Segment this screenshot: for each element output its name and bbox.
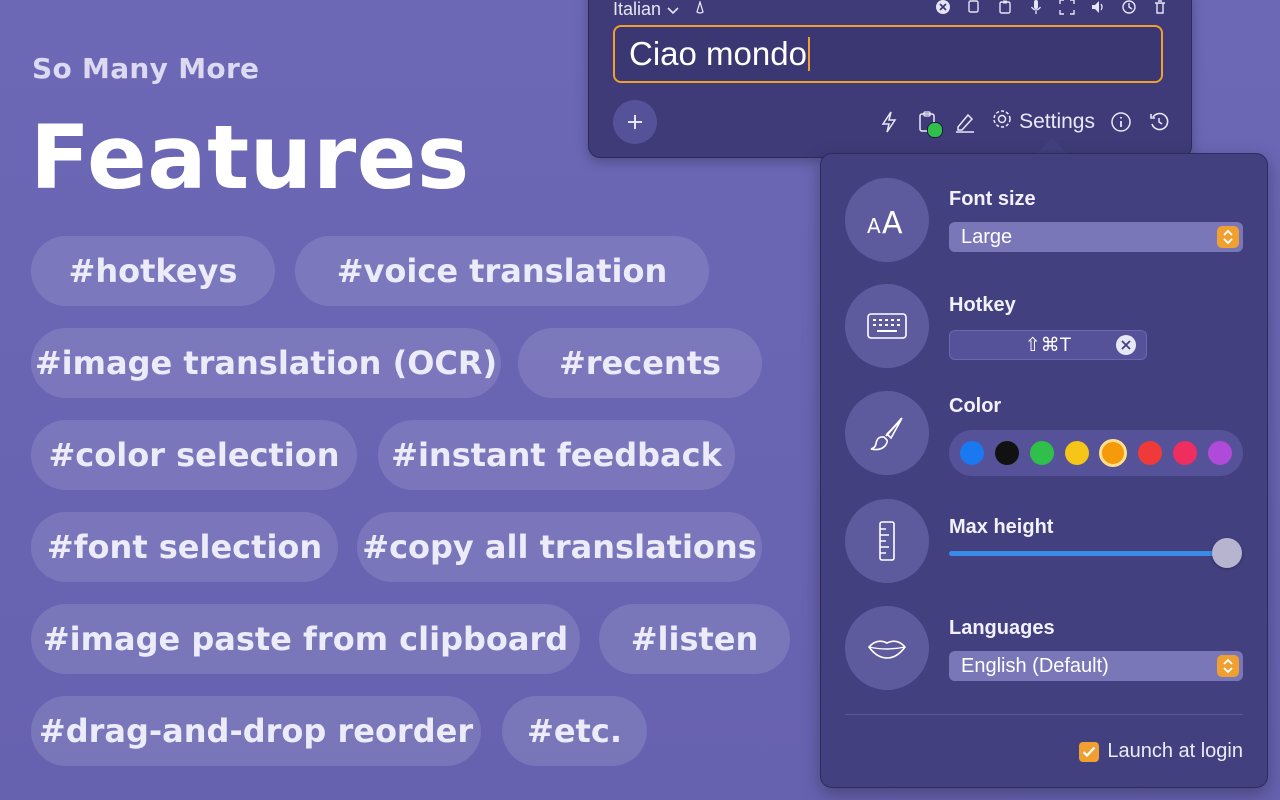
reset-icon[interactable] — [1147, 110, 1171, 134]
settings-label: Settings — [1019, 110, 1095, 133]
feature-tag: #recents — [518, 328, 762, 398]
history-icon[interactable] — [1119, 0, 1138, 16]
chevron-down-icon — [667, 0, 679, 20]
status-indicator — [927, 122, 944, 138]
font-size-select[interactable]: Large — [949, 222, 1243, 252]
color-swatch-blue[interactable] — [960, 441, 985, 465]
clear-icon[interactable] — [933, 0, 952, 16]
keyboard-icon — [845, 284, 929, 368]
color-swatch-yellow[interactable] — [1064, 441, 1089, 465]
window-footer-tools: Settings — [877, 108, 1171, 138]
languages-value: English (Default) — [961, 654, 1109, 677]
languages-label: Languages — [949, 617, 1055, 639]
color-swatch-pink[interactable] — [1172, 441, 1197, 465]
updown-chevron-icon — [1217, 226, 1239, 248]
window-toolbar — [933, 0, 1169, 16]
paintbrush-icon — [845, 391, 929, 475]
settings-popover: AA Font size Large Hotkey ⇧⌘T Color Max … — [820, 153, 1268, 788]
info-icon[interactable] — [1109, 110, 1133, 134]
ocr-capture-icon[interactable] — [1057, 0, 1076, 16]
feature-tag: #hotkeys — [31, 236, 275, 306]
color-label: Color — [949, 395, 1002, 417]
language-label: Italian — [613, 0, 662, 19]
clipboard-icon[interactable] — [915, 110, 944, 138]
max-height-label: Max height — [949, 516, 1054, 538]
color-swatch-black[interactable] — [995, 441, 1020, 465]
clear-hotkey-icon[interactable] — [1116, 335, 1136, 355]
svg-text:A: A — [867, 214, 881, 237]
feature-tag: #font selection — [31, 512, 338, 582]
lightning-icon[interactable] — [877, 110, 901, 134]
font-size-value: Large — [961, 225, 1013, 248]
speaker-icon[interactable] — [1088, 0, 1107, 16]
feature-tag: #drag-and-drop reorder — [31, 696, 481, 766]
color-swatch-red[interactable] — [1138, 441, 1163, 465]
color-swatches — [949, 430, 1243, 476]
translation-input[interactable]: Ciao mondo — [613, 25, 1163, 83]
translation-input-text: Ciao mondo — [629, 35, 807, 72]
pencil-icon[interactable] — [953, 110, 977, 134]
trash-icon[interactable] — [1150, 0, 1169, 16]
launch-at-login-toggle[interactable]: Launch at login — [1079, 740, 1243, 763]
max-height-slider-knob[interactable] — [1212, 538, 1242, 568]
languages-select[interactable]: English (Default) — [949, 651, 1243, 681]
nose-icon[interactable] — [693, 0, 707, 20]
feature-tag: #copy all translations — [357, 512, 762, 582]
feature-tag: #instant feedback — [378, 420, 735, 490]
font-size-icon: AA — [845, 178, 929, 262]
settings-button[interactable]: Settings — [991, 108, 1095, 136]
text-caret — [807, 37, 810, 71]
ruler-icon — [845, 499, 929, 583]
divider — [845, 714, 1243, 715]
updown-chevron-icon — [1217, 655, 1239, 677]
plus-icon — [628, 115, 642, 129]
section-title: Features — [30, 106, 470, 209]
section-subtitle: So Many More — [32, 52, 260, 85]
hotkey-label: Hotkey — [949, 294, 1016, 316]
hotkey-value: ⇧⌘T — [1024, 334, 1072, 356]
font-size-label: Font size — [949, 188, 1036, 210]
popover-arrow — [1036, 138, 1068, 154]
feature-tag: #etc. — [502, 696, 647, 766]
feature-tag: #image translation (OCR) — [31, 328, 501, 398]
max-height-slider-track[interactable] — [949, 551, 1229, 556]
lips-icon — [845, 606, 929, 690]
language-selector[interactable]: Italian — [613, 0, 707, 20]
feature-tag: #image paste from clipboard — [31, 604, 580, 674]
gear-icon — [991, 108, 1013, 136]
hotkey-field[interactable]: ⇧⌘T — [949, 330, 1147, 360]
feature-tag: #voice translation — [295, 236, 709, 306]
copy-icon[interactable] — [964, 0, 983, 16]
checkbox-checked-icon[interactable] — [1079, 741, 1100, 762]
feature-tag: #color selection — [31, 420, 357, 490]
paste-icon[interactable] — [995, 0, 1014, 16]
color-swatch-green[interactable] — [1029, 441, 1054, 465]
microphone-icon[interactable] — [1026, 0, 1045, 16]
svg-text:A: A — [882, 206, 903, 237]
launch-at-login-label: Launch at login — [1107, 740, 1243, 762]
translator-window: Italian Ciao mondo Settings — [588, 0, 1192, 158]
color-swatch-purple[interactable] — [1207, 441, 1232, 465]
add-language-button[interactable] — [613, 100, 657, 144]
color-swatch-orange[interactable] — [1099, 439, 1128, 467]
feature-tag: #listen — [599, 604, 790, 674]
